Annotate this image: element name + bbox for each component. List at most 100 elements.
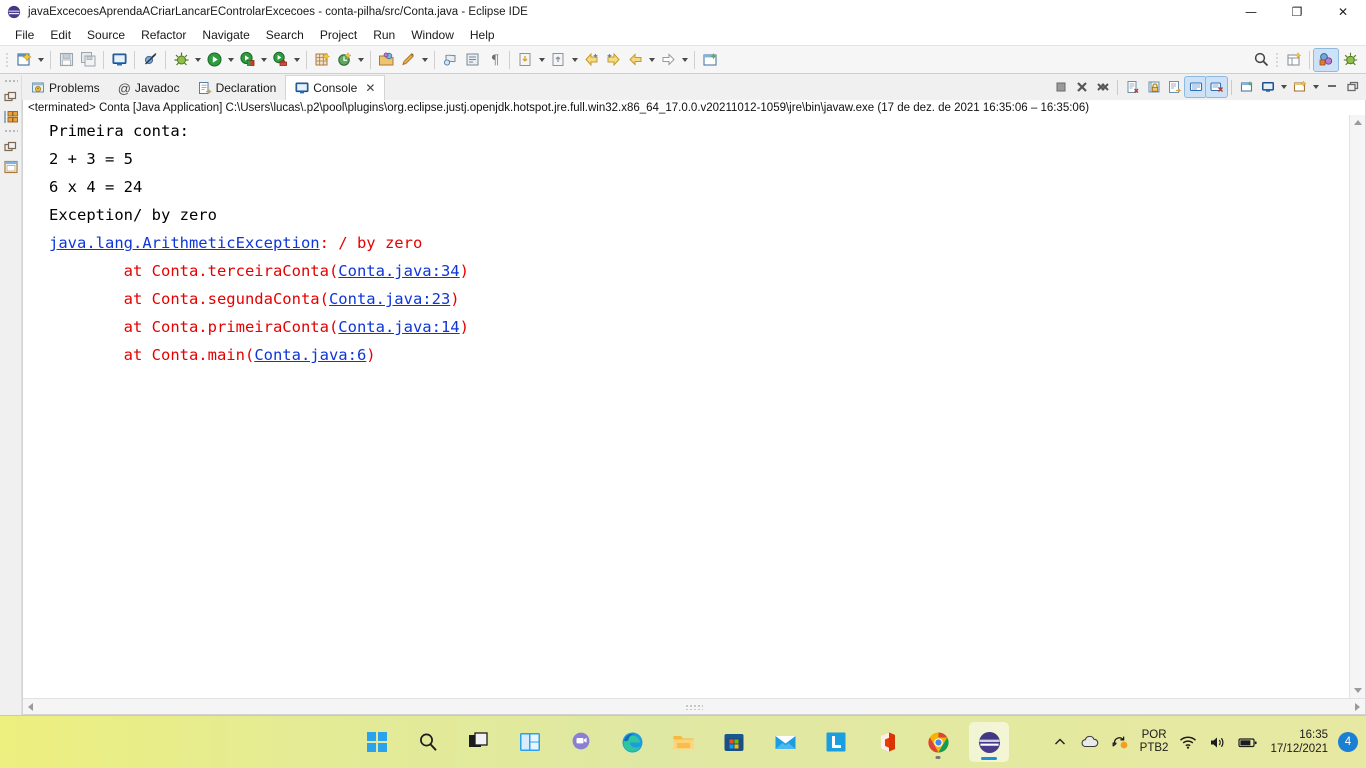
- open-perspective-icon[interactable]: [1283, 49, 1305, 71]
- show-console-on-output-icon[interactable]: [1184, 76, 1207, 98]
- console-vertical-scrollbar[interactable]: [1349, 115, 1365, 698]
- menu-refactor[interactable]: Refactor: [133, 26, 194, 44]
- menu-source[interactable]: Source: [79, 26, 133, 44]
- display-console-dropdown-icon[interactable]: [1278, 76, 1289, 98]
- mail-button[interactable]: [765, 722, 805, 762]
- outline-view-icon[interactable]: [2, 157, 20, 177]
- language-indicator[interactable]: POR PTB2: [1140, 729, 1169, 755]
- restore-view-2-icon[interactable]: [2, 137, 20, 157]
- restore-view-icon[interactable]: [2, 87, 20, 107]
- tab-javadoc[interactable]: @ Javadoc: [109, 76, 189, 100]
- last-edit-location-icon[interactable]: [514, 49, 536, 71]
- coverage-icon[interactable]: [236, 49, 258, 71]
- tab-console[interactable]: Console ✕: [285, 75, 386, 100]
- scroll-lock-icon[interactable]: [1143, 77, 1164, 97]
- debug-dropdown-icon[interactable]: [192, 49, 203, 71]
- task-view-button[interactable]: [459, 722, 499, 762]
- menu-help[interactable]: Help: [462, 26, 503, 44]
- sync-icon[interactable]: [1110, 732, 1130, 752]
- fast-view-grip-2[interactable]: [3, 129, 18, 134]
- menu-project[interactable]: Project: [312, 26, 365, 44]
- pin-editor-icon[interactable]: [699, 49, 721, 71]
- pilcrow-icon[interactable]: ¶: [483, 49, 505, 71]
- new-class-icon[interactable]: [333, 49, 355, 71]
- forward-icon[interactable]: [602, 49, 624, 71]
- word-wrap-icon[interactable]: [1164, 77, 1185, 97]
- office-button[interactable]: [867, 722, 907, 762]
- skip-breakpoints-icon[interactable]: [139, 49, 161, 71]
- console-output-area[interactable]: Primeira conta: 2 + 3 = 5 6 x 4 = 24 Except…: [23, 115, 1365, 698]
- minimize-view-icon[interactable]: [1321, 77, 1342, 97]
- external-tools-icon[interactable]: [269, 49, 291, 71]
- next-annotation-icon[interactable]: [461, 49, 483, 71]
- wifi-icon[interactable]: [1178, 732, 1198, 752]
- java-perspective-icon[interactable]: [1313, 47, 1339, 72]
- stack-frame-link[interactable]: Conta.java:14: [338, 318, 459, 336]
- goto-line-dropdown-icon[interactable]: [569, 49, 580, 71]
- clock[interactable]: 16:35 17/12/2021: [1270, 728, 1328, 756]
- menu-window[interactable]: Window: [403, 26, 462, 44]
- tab-declaration[interactable]: Declaration: [189, 76, 286, 100]
- battery-icon[interactable]: [1238, 732, 1258, 752]
- scroll-up-icon[interactable]: [1354, 120, 1362, 125]
- remove-launch-icon[interactable]: [1071, 77, 1092, 97]
- google-chrome-button[interactable]: [918, 722, 958, 762]
- perspective-grip[interactable]: [1274, 50, 1281, 70]
- run-dropdown-icon[interactable]: [225, 49, 236, 71]
- last-edit-dropdown-icon[interactable]: [536, 49, 547, 71]
- new-class-dropdown-icon[interactable]: [355, 49, 366, 71]
- search-taskbar-button[interactable]: [408, 722, 448, 762]
- scroll-left-icon[interactable]: [28, 703, 33, 711]
- run-icon[interactable]: [203, 49, 225, 71]
- search-declaration-icon[interactable]: [397, 49, 419, 71]
- menu-file[interactable]: File: [7, 26, 42, 44]
- toolbar-grip[interactable]: [4, 50, 11, 70]
- menu-run[interactable]: Run: [365, 26, 403, 44]
- pin-console-icon[interactable]: [1236, 77, 1257, 97]
- save-icon[interactable]: [55, 49, 77, 71]
- navigate-back-dropdown-icon[interactable]: [646, 49, 657, 71]
- external-tools-dropdown-icon[interactable]: [291, 49, 302, 71]
- navigate-forward-icon[interactable]: [657, 49, 679, 71]
- back-icon[interactable]: [580, 49, 602, 71]
- menu-search[interactable]: Search: [258, 26, 312, 44]
- new-java-console-icon[interactable]: [108, 49, 130, 71]
- goto-line-icon[interactable]: [547, 49, 569, 71]
- tab-problems[interactable]: Problems: [22, 76, 109, 100]
- show-hidden-icons-chevron[interactable]: [1050, 732, 1070, 752]
- fast-view-grip[interactable]: [3, 79, 18, 84]
- microsoft-edge-button[interactable]: [612, 722, 652, 762]
- new-wizard-dropdown-icon[interactable]: [35, 49, 46, 71]
- volume-icon[interactable]: [1208, 732, 1228, 752]
- display-selected-console-icon[interactable]: [1257, 77, 1278, 97]
- clear-console-icon[interactable]: [1122, 77, 1143, 97]
- search-icon[interactable]: [1250, 49, 1272, 71]
- new-java-package-icon[interactable]: [311, 49, 333, 71]
- debug-perspective-icon[interactable]: [1338, 49, 1362, 71]
- notification-badge[interactable]: 4: [1338, 732, 1358, 752]
- start-button[interactable]: [357, 722, 397, 762]
- search-dropdown-icon[interactable]: [419, 49, 430, 71]
- menu-edit[interactable]: Edit: [42, 26, 79, 44]
- console-horizontal-scrollbar[interactable]: [23, 698, 1365, 714]
- debug-icon[interactable]: [170, 49, 192, 71]
- minimize-button[interactable]: —: [1228, 0, 1274, 24]
- previous-annotation-icon[interactable]: [439, 49, 461, 71]
- navigate-back-icon[interactable]: [624, 49, 646, 71]
- microsoft-store-button[interactable]: [714, 722, 754, 762]
- new-wizard-icon[interactable]: [13, 49, 35, 71]
- show-console-on-error-icon[interactable]: [1205, 76, 1228, 98]
- close-button[interactable]: ✕: [1320, 0, 1366, 24]
- menu-navigate[interactable]: Navigate: [194, 26, 257, 44]
- open-console-icon[interactable]: [1289, 77, 1310, 97]
- stack-frame-link[interactable]: Conta.java:34: [338, 262, 459, 280]
- coverage-dropdown-icon[interactable]: [258, 49, 269, 71]
- save-all-icon[interactable]: [77, 49, 99, 71]
- terminate-icon[interactable]: [1050, 77, 1071, 97]
- exception-link[interactable]: java.lang.ArithmeticException: [49, 234, 320, 252]
- chat-button[interactable]: [561, 722, 601, 762]
- l-app-button[interactable]: [816, 722, 856, 762]
- open-console-dropdown-icon[interactable]: [1310, 76, 1321, 98]
- close-icon[interactable]: ✕: [365, 81, 375, 95]
- package-explorer-icon[interactable]: [2, 107, 20, 127]
